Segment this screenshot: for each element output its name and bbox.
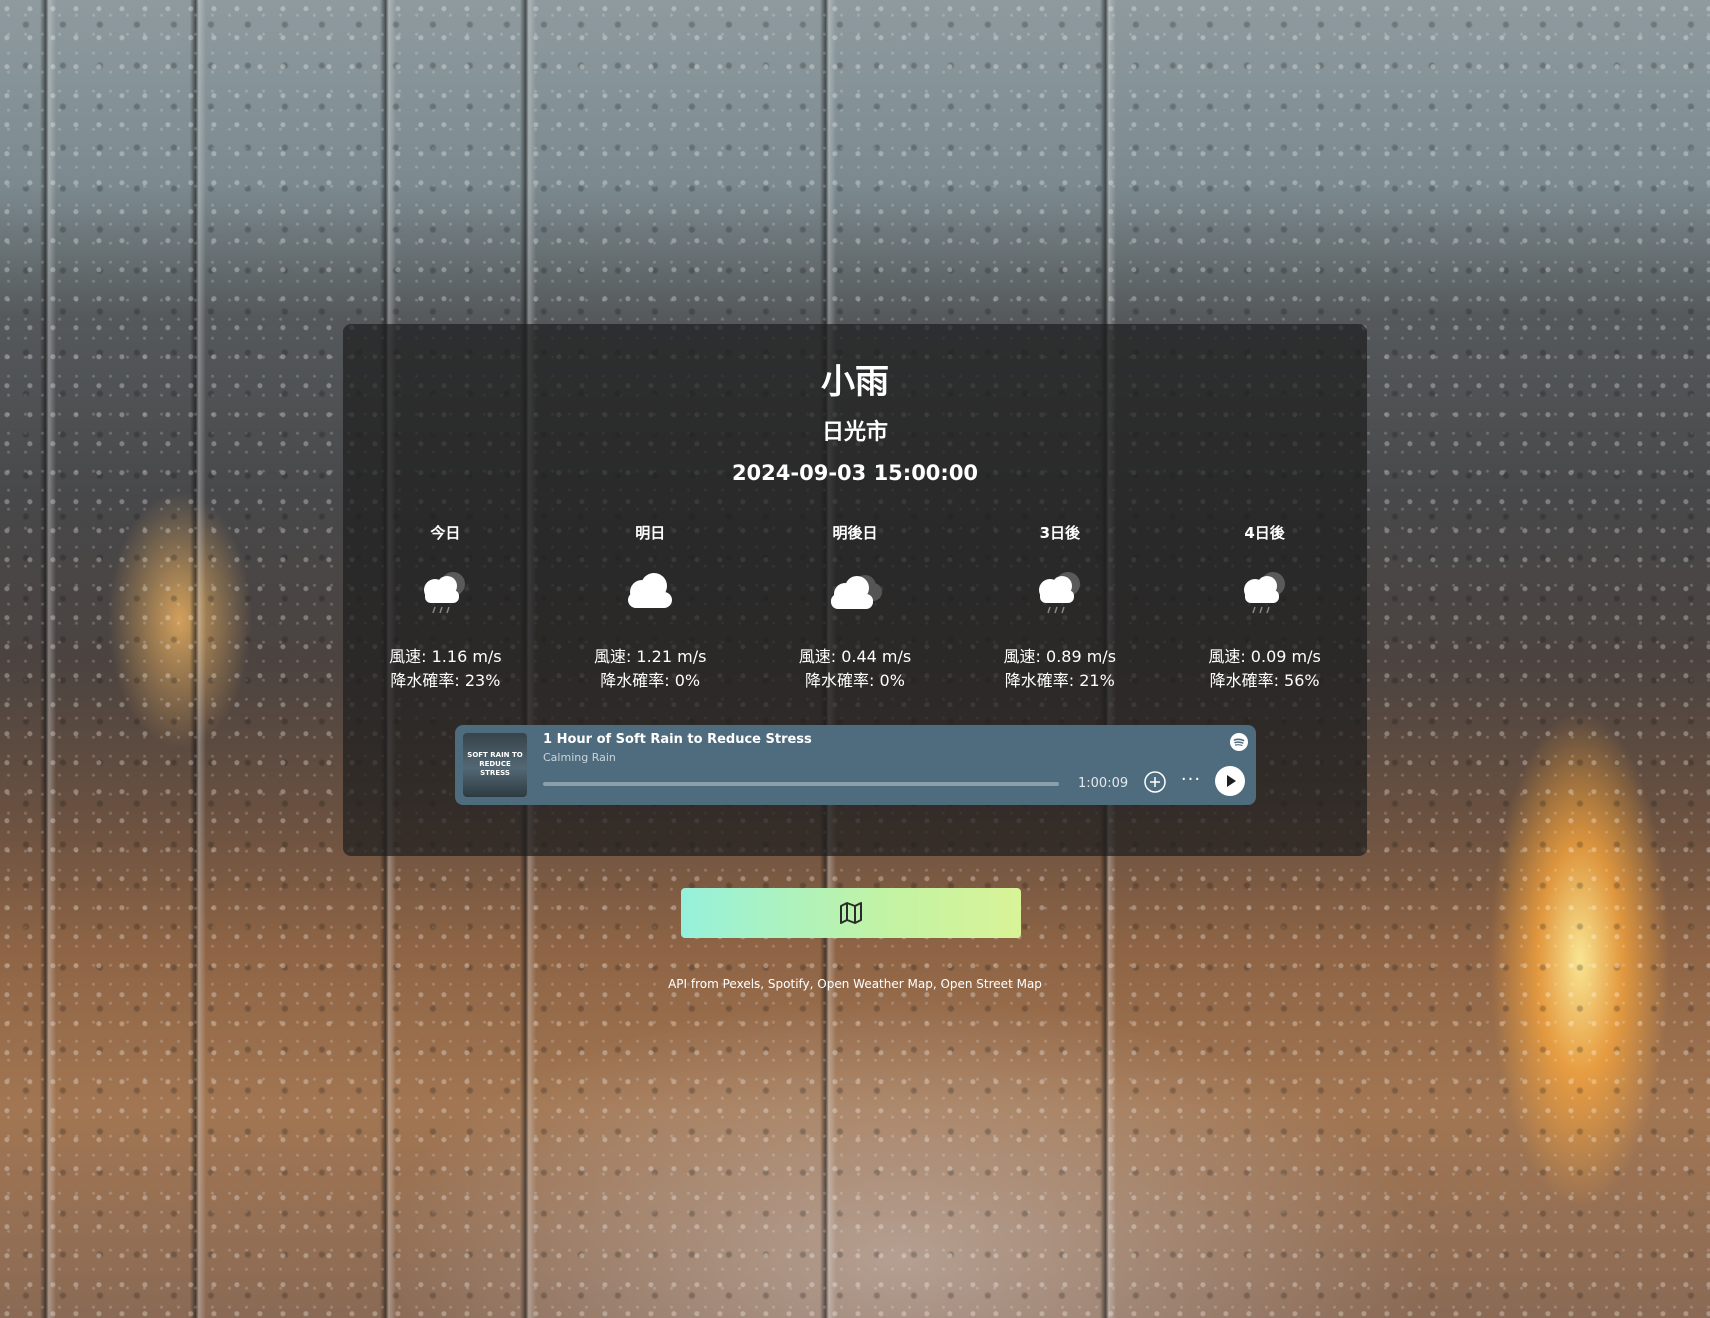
- api-credits: API from Pexels, Spotify, Open Weather M…: [668, 977, 1042, 991]
- forecast-day-today: 今日 風速: 1.16 m/s 降水確率: 23%: [343, 522, 548, 722]
- precipitation-chance: 降水確率: 0%: [805, 671, 905, 690]
- wind-speed: 風速: 1.21 m/s: [593, 647, 707, 666]
- rain-cloud-icon: [424, 572, 466, 614]
- day-label: 3日後: [1039, 524, 1080, 542]
- track-artist[interactable]: Calming Rain: [543, 751, 616, 764]
- wind-speed: 風速: 0.44 m/s: [798, 647, 912, 666]
- day-label: 明日: [635, 524, 666, 542]
- day-label: 明後日: [832, 524, 878, 542]
- cloud-icon: [628, 573, 673, 608]
- city-name: 日光市: [821, 420, 888, 445]
- play-button[interactable]: [1214, 765, 1246, 797]
- more-options-icon[interactable]: ···: [1179, 771, 1203, 792]
- day-label: 4日後: [1244, 524, 1285, 542]
- map-button[interactable]: [681, 888, 1021, 938]
- day-label: 今日: [430, 524, 461, 542]
- forecast-day-day-after-tomorrow: 明後日 風速: 0.44 m/s 降水確率: 0%: [753, 522, 958, 722]
- forecast-day-tomorrow: 明日 風速: 1.21 m/s 降水確率: 0%: [548, 522, 753, 722]
- weather-condition: 小雨: [821, 362, 889, 402]
- wind-speed: 風速: 0.89 m/s: [1003, 647, 1117, 666]
- precipitation-chance: 降水確率: 0%: [600, 671, 701, 690]
- forecast-row: 今日 風速: 1.16 m/s 降水確率: 23% 明日 風速: 1.21 m/…: [343, 522, 1367, 722]
- rain-cloud-icon: [1038, 572, 1080, 614]
- map-icon: [840, 902, 862, 924]
- add-to-library-icon[interactable]: [1143, 770, 1167, 794]
- forecast-day-3-days-later: 3日後 風速: 0.89 m/s 降水確率: 21%: [957, 522, 1162, 722]
- spotify-icon[interactable]: [1230, 733, 1248, 751]
- precipitation-chance: 降水確率: 23%: [390, 671, 501, 690]
- progress-bar[interactable]: [543, 782, 1059, 786]
- track-title[interactable]: 1 Hour of Soft Rain to Reduce Stress: [543, 732, 812, 747]
- forecast-day-4-days-later: 4日後 風速: 0.09 m/s 降水確率: 56%: [1162, 522, 1367, 722]
- precipitation-chance: 降水確率: 21%: [1004, 671, 1115, 690]
- broken-clouds-icon: [830, 575, 882, 609]
- wind-speed: 風速: 0.09 m/s: [1208, 647, 1321, 666]
- spotify-player: SOFT RAIN TO REDUCE STRESS 1 Hour of Sof…: [455, 725, 1256, 805]
- album-cover-text: SOFT RAIN TO REDUCE STRESS: [467, 751, 523, 777]
- rain-cloud-icon: [1243, 572, 1285, 614]
- wind-speed: 風速: 1.16 m/s: [389, 647, 502, 666]
- album-cover[interactable]: SOFT RAIN TO REDUCE STRESS: [463, 733, 527, 797]
- weather-panel: 小雨 日光市 2024-09-03 15:00:00 今日 風速: 1.16 m…: [343, 324, 1367, 856]
- track-duration: 1:00:09: [1078, 776, 1129, 791]
- precipitation-chance: 降水確率: 56%: [1209, 671, 1320, 690]
- forecast-datetime: 2024-09-03 15:00:00: [731, 461, 979, 485]
